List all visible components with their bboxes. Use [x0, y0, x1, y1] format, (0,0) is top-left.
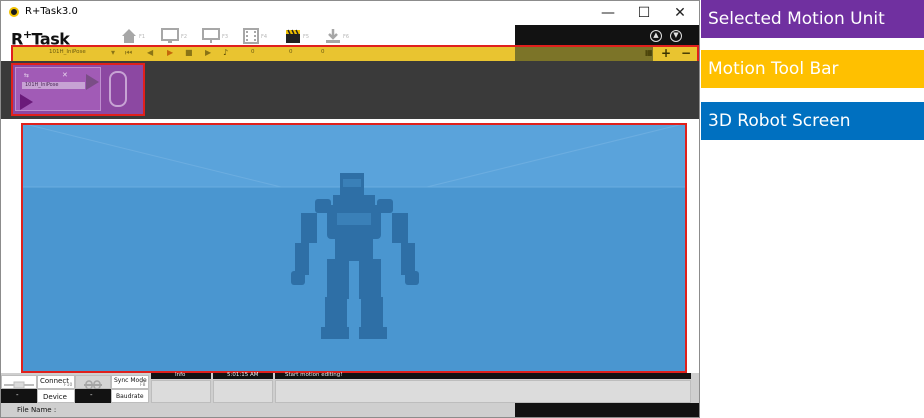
upload-circle-icon[interactable]: ▲	[650, 30, 662, 42]
info-label: Info	[175, 372, 186, 378]
info-header: Info	[151, 372, 211, 379]
device-label-box: Device	[37, 389, 75, 403]
header-dark-panel: ▲ ▼	[515, 25, 699, 47]
status-message: Start motion editing!	[285, 372, 343, 378]
nav-label-home: F1	[139, 34, 146, 40]
status-dark-panel	[515, 403, 699, 417]
nav-label-film: F4	[261, 34, 268, 40]
legend-3d-robot-screen: 3D Robot Screen	[701, 102, 924, 140]
left-value-box: -	[1, 389, 37, 403]
app-icon	[9, 7, 19, 17]
sync-mode-shortcut: F8	[140, 383, 146, 388]
minimize-button[interactable]: —	[591, 1, 625, 25]
window-title: R+Task3.0	[25, 6, 78, 17]
nav-label-monitor: F2	[181, 34, 188, 40]
nav-label-download: F6	[343, 34, 350, 40]
link-icon[interactable]	[75, 375, 111, 390]
close-button[interactable]: ✕	[663, 1, 697, 25]
status-time: 5:01:15 AM	[227, 372, 259, 378]
baudrate-box[interactable]: Baudrate	[111, 389, 149, 403]
display-icon[interactable]	[202, 28, 220, 44]
maximize-button[interactable]: ☐	[627, 1, 661, 25]
baudrate-label: Baudrate	[116, 393, 144, 400]
sync-mode-button[interactable]: Sync Mode F8	[111, 375, 149, 389]
monitor-icon[interactable]	[161, 28, 179, 44]
left-value: -	[16, 391, 19, 399]
logo-plus: +	[22, 28, 32, 41]
message-header: Start motion editing!	[275, 372, 691, 379]
robot-screen-highlight	[21, 123, 687, 373]
selected-motion-unit-highlight	[11, 63, 145, 116]
time-cell	[213, 380, 273, 403]
time-header: 5:01:15 AM	[213, 372, 273, 379]
file-name-label: File Name :	[17, 406, 57, 414]
home-icon[interactable]	[121, 28, 137, 44]
legend-motion-tool-bar: Motion Tool Bar	[701, 50, 924, 88]
legend-selected-motion-unit: Selected Motion Unit	[701, 0, 924, 38]
device-label: Device	[43, 393, 67, 401]
clapper-icon[interactable]	[285, 28, 301, 44]
connect-button[interactable]: Connect F10	[37, 375, 75, 389]
title-bar: R+Task3.0 — ☐ ✕	[1, 1, 699, 25]
download-icon[interactable]	[325, 28, 341, 44]
message-cell	[275, 380, 691, 403]
nav-label-display: F3	[222, 34, 229, 40]
app-window: R+Task3.0 — ☐ ✕ R+Task F1 F2 F3 F4 F5 F6…	[0, 0, 700, 418]
cable-icon[interactable]	[1, 375, 37, 389]
download-circle-icon[interactable]: ▼	[670, 30, 682, 42]
device-value: -	[90, 391, 93, 399]
connect-shortcut: F10	[64, 383, 73, 388]
film-icon[interactable]	[243, 28, 259, 44]
info-cell	[151, 380, 211, 403]
nav-label-clapper: F5	[303, 34, 310, 40]
device-value-box[interactable]: -	[75, 389, 111, 403]
